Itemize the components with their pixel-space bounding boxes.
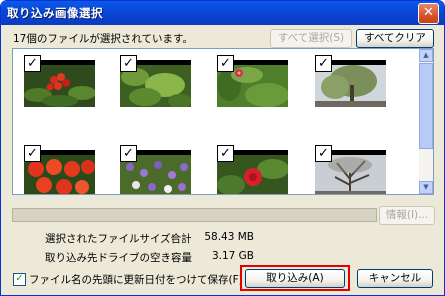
thumbnail-item[interactable]: ✓ bbox=[217, 145, 288, 194]
rename-checkbox[interactable]: ✓ bbox=[13, 273, 26, 286]
thumbnail-checkbox[interactable]: ✓ bbox=[120, 145, 137, 162]
select-all-button[interactable]: すべて選択(S) bbox=[270, 29, 352, 48]
vertical-scrollbar[interactable]: ▲ ▼ bbox=[419, 49, 433, 194]
thumbnail-item[interactable]: ✓ bbox=[217, 55, 288, 107]
thumbnail-item[interactable]: ✓ bbox=[315, 145, 386, 194]
free-space-value: 3.17 GB bbox=[211, 250, 254, 262]
thumbnail-checkbox[interactable]: ✓ bbox=[217, 145, 234, 162]
thumbnail-item[interactable]: ✓ bbox=[120, 145, 191, 194]
free-space-label: 取り込み先ドライブの空き容量 bbox=[45, 252, 192, 264]
thumbnail-item[interactable]: ✓ bbox=[24, 55, 95, 107]
total-size-value: 58.43 MB bbox=[204, 231, 254, 243]
thumbnail-checkbox[interactable]: ✓ bbox=[24, 55, 41, 72]
import-dialog: 取り込み画像選択 ✕ 17個のファイルが選択されています。 すべて選択(S) す… bbox=[0, 0, 445, 296]
title-bar[interactable]: 取り込み画像選択 ✕ bbox=[1, 1, 444, 25]
close-button[interactable]: ✕ bbox=[418, 3, 439, 24]
rename-checkbox-label[interactable]: ファイル名の先頭に更新日付をつけて保存(F) bbox=[29, 272, 243, 287]
clear-all-button[interactable]: すべてクリア(C) bbox=[356, 29, 434, 61]
thumbnail-grid: ✓ ✓ ✓ ✓ ✓ ✓ ✓ ✓ ▲ ▼ bbox=[12, 48, 434, 195]
progress-bar bbox=[12, 208, 377, 222]
thumbnail-item[interactable]: ✓ bbox=[24, 145, 95, 194]
thumbnail-checkbox[interactable]: ✓ bbox=[217, 55, 234, 72]
selection-count-label: 17個のファイルが選択されています。 bbox=[13, 33, 193, 45]
total-size-colon: : bbox=[171, 231, 175, 243]
thumbnail-checkbox[interactable]: ✓ bbox=[315, 55, 332, 72]
scroll-thumb[interactable] bbox=[419, 63, 433, 149]
window-title: 取り込み画像選択 bbox=[7, 6, 103, 20]
scroll-down-arrow-icon[interactable]: ▼ bbox=[419, 181, 433, 194]
thumbnail-item[interactable]: ✓ bbox=[315, 55, 386, 107]
thumbnail-item[interactable]: ✓ bbox=[120, 55, 191, 107]
thumbnail-checkbox[interactable]: ✓ bbox=[24, 145, 41, 162]
scroll-up-arrow-icon[interactable]: ▲ bbox=[419, 49, 433, 62]
thumbnail-checkbox[interactable]: ✓ bbox=[315, 145, 332, 162]
import-button[interactable]: 取り込み(A) bbox=[245, 269, 345, 288]
cancel-button[interactable]: キャンセル bbox=[357, 269, 433, 288]
thumbnail-checkbox[interactable]: ✓ bbox=[120, 55, 137, 72]
info-button[interactable]: 情報(I)... bbox=[379, 206, 435, 225]
free-space-colon: : bbox=[171, 250, 175, 262]
total-size-label: 選択されたファイルサイズ合計 bbox=[45, 233, 192, 245]
